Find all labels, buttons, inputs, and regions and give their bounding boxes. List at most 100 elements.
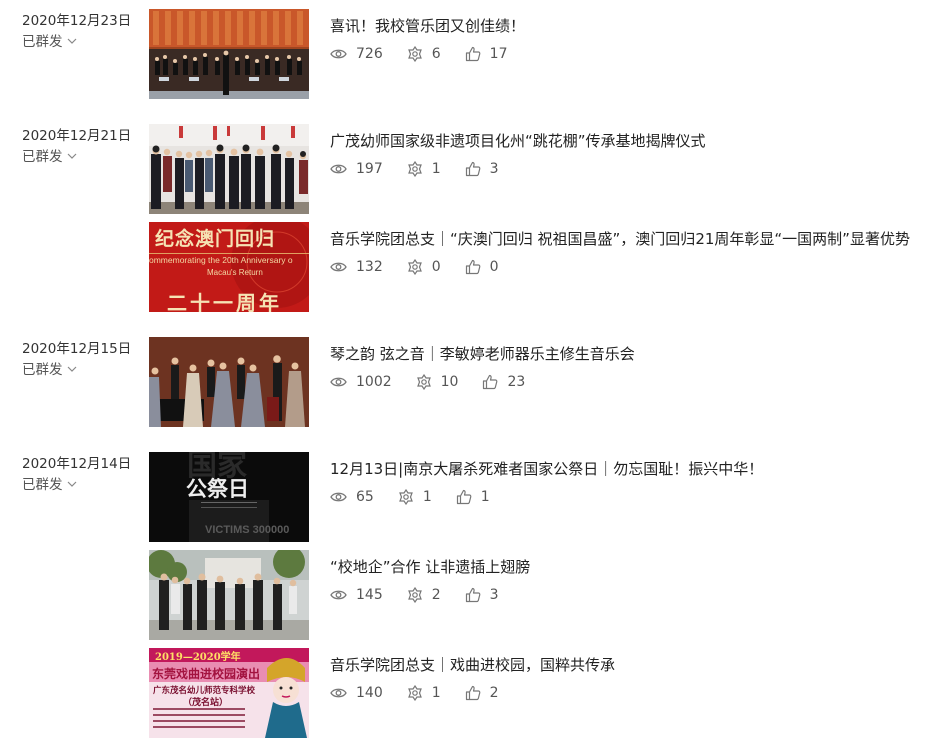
- eye-icon: [330, 262, 347, 272]
- like-count-value: 3: [489, 587, 499, 603]
- eye-icon: [330, 590, 347, 600]
- view-count-value: 145: [356, 587, 383, 603]
- article-title[interactable]: 琴之韵 弦之音｜李敏婷老师器乐主修生音乐会: [330, 344, 635, 364]
- share-count-value: 2: [431, 587, 441, 603]
- article-title[interactable]: “校地企”合作 让非遗插上翅膀: [330, 557, 530, 577]
- article-thumbnail[interactable]: [149, 550, 309, 640]
- like-count: 3: [465, 587, 499, 603]
- share-count-value: 1: [431, 161, 441, 177]
- publish-date: 2020年12月15日: [22, 341, 132, 357]
- share-icon: [407, 685, 422, 701]
- share-count: 10: [416, 374, 459, 390]
- like-count-value: 0: [489, 259, 499, 275]
- view-count-value: 1002: [356, 374, 392, 390]
- eye-icon: [330, 688, 347, 698]
- publish-date: 2020年12月23日: [22, 13, 132, 29]
- like-count: 17: [465, 46, 507, 62]
- chevron-down-icon: [67, 481, 76, 487]
- chevron-down-icon: [67, 366, 76, 372]
- article-item[interactable]: 琴之韵 弦之音｜李敏婷老师器乐主修生音乐会 1002 10 23: [149, 337, 942, 427]
- share-count: 1: [398, 489, 432, 505]
- thumb-main-text: 公祭日: [186, 477, 249, 501]
- view-count: 197: [330, 161, 383, 177]
- article-thumbnail[interactable]: [149, 124, 309, 214]
- eye-icon: [330, 492, 347, 502]
- share-icon: [398, 489, 413, 505]
- share-count: 1: [407, 161, 441, 177]
- article-thumbnail[interactable]: [149, 337, 309, 427]
- publish-date: 2020年12月14日: [22, 456, 132, 472]
- eye-icon: [330, 49, 347, 59]
- publish-status-label: 已群发: [22, 34, 63, 50]
- article-item[interactable]: 喜讯！我校管乐团又创佳绩！ 726 6 17: [149, 9, 942, 99]
- article-thumbnail[interactable]: 国家 公祭日 VICTIMS 300000: [149, 452, 309, 542]
- thumbs-up-icon: [465, 685, 481, 701]
- share-icon: [407, 46, 422, 62]
- share-count: 1: [407, 685, 441, 701]
- chevron-down-icon: [67, 38, 76, 44]
- thumb-footer: 二十一周年: [167, 291, 282, 312]
- view-count-value: 132: [356, 259, 383, 275]
- article-thumbnail[interactable]: 纪念澳门回归 ommemorating the 20th Anniversary…: [149, 222, 309, 312]
- like-count-value: 3: [489, 161, 499, 177]
- date-column: 2020年12月14日 已群发: [22, 453, 142, 494]
- publish-status-dropdown[interactable]: 已群发: [22, 361, 142, 379]
- article-stats: 65 1 1: [330, 489, 514, 505]
- article-stats: 145 2 3: [330, 587, 523, 603]
- publish-date: 2020年12月21日: [22, 128, 132, 144]
- article-item[interactable]: 纪念澳门回归 ommemorating the 20th Anniversary…: [149, 222, 942, 312]
- article-item[interactable]: 广茂幼师国家级非遗项目化州“跳花棚”传承基地揭牌仪式 197 1 3: [149, 124, 942, 214]
- view-count-value: 197: [356, 161, 383, 177]
- publish-status-label: 已群发: [22, 149, 63, 165]
- share-count: 6: [407, 46, 441, 62]
- article-item[interactable]: “校地企”合作 让非遗插上翅膀 145 2 3: [149, 550, 942, 640]
- view-count: 140: [330, 685, 383, 701]
- article-title[interactable]: 12月13日|南京大屠杀死难者国家公祭日｜勿忘国耻！振兴中华！: [330, 459, 763, 479]
- date-column: 2020年12月23日 已群发: [22, 10, 142, 51]
- thumb-subtitle-2: Macau's Return: [207, 268, 263, 277]
- share-count-value: 0: [431, 259, 441, 275]
- view-count-value: 726: [356, 46, 383, 62]
- thumbs-up-icon: [465, 161, 481, 177]
- share-icon: [407, 587, 422, 603]
- article-title[interactable]: 喜讯！我校管乐团又创佳绩！: [330, 16, 525, 36]
- article-title[interactable]: 音乐学院团总支｜戏曲进校园，国粹共传承: [330, 655, 615, 675]
- view-count-value: 65: [356, 489, 374, 505]
- publish-status-label: 已群发: [22, 362, 63, 378]
- article-stats: 726 6 17: [330, 46, 531, 62]
- eye-icon: [330, 377, 347, 387]
- thumbs-up-icon: [465, 46, 481, 62]
- view-count: 132: [330, 259, 383, 275]
- thumb-heading: 纪念澳门回归: [155, 228, 276, 250]
- share-count: 0: [407, 259, 441, 275]
- article-stats: 140 1 2: [330, 685, 523, 701]
- article-item[interactable]: 2019—2020学年 东莞戏曲进校园演出 广东茂名幼儿师范专科学校 （茂名站）…: [149, 648, 942, 738]
- article-item[interactable]: 国家 公祭日 VICTIMS 300000 12月13日|南京大屠杀死难者国家公…: [149, 452, 942, 542]
- publish-status-dropdown[interactable]: 已群发: [22, 476, 142, 494]
- publish-status-dropdown[interactable]: 已群发: [22, 148, 142, 166]
- thumb-top-text: 2019—2020学年: [155, 652, 241, 663]
- article-thumbnail[interactable]: 2019—2020学年 东莞戏曲进校园演出 广东茂名幼儿师范专科学校 （茂名站）: [149, 648, 309, 738]
- article-title[interactable]: 广茂幼师国家级非遗项目化州“跳花棚”传承基地揭牌仪式: [330, 131, 706, 151]
- date-column: 2020年12月15日 已群发: [22, 338, 142, 379]
- view-count-value: 140: [356, 685, 383, 701]
- article-title[interactable]: 音乐学院团总支｜“庆澳门回归 祝祖国昌盛”，澳门回归21周年彰显“一国两制”显著…: [330, 229, 910, 249]
- view-count: 145: [330, 587, 383, 603]
- chevron-down-icon: [67, 153, 76, 159]
- thumbs-up-icon: [456, 489, 472, 505]
- like-count: 3: [465, 161, 499, 177]
- like-count-value: 1: [480, 489, 490, 505]
- like-count: 0: [465, 259, 499, 275]
- article-stats: 132 0 0: [330, 259, 523, 275]
- thumb-station-text: （茂名站）: [183, 698, 229, 708]
- share-icon: [416, 374, 431, 390]
- view-count: 726: [330, 46, 383, 62]
- share-count-value: 10: [440, 374, 459, 390]
- date-column: 2020年12月21日 已群发: [22, 125, 142, 166]
- article-thumbnail[interactable]: [149, 9, 309, 99]
- like-count: 2: [465, 685, 499, 701]
- thumbs-up-icon: [465, 587, 481, 603]
- article-stats: 1002 10 23: [330, 374, 549, 390]
- thumb-bottom-text: VICTIMS 300000: [205, 524, 290, 536]
- publish-status-dropdown[interactable]: 已群发: [22, 33, 142, 51]
